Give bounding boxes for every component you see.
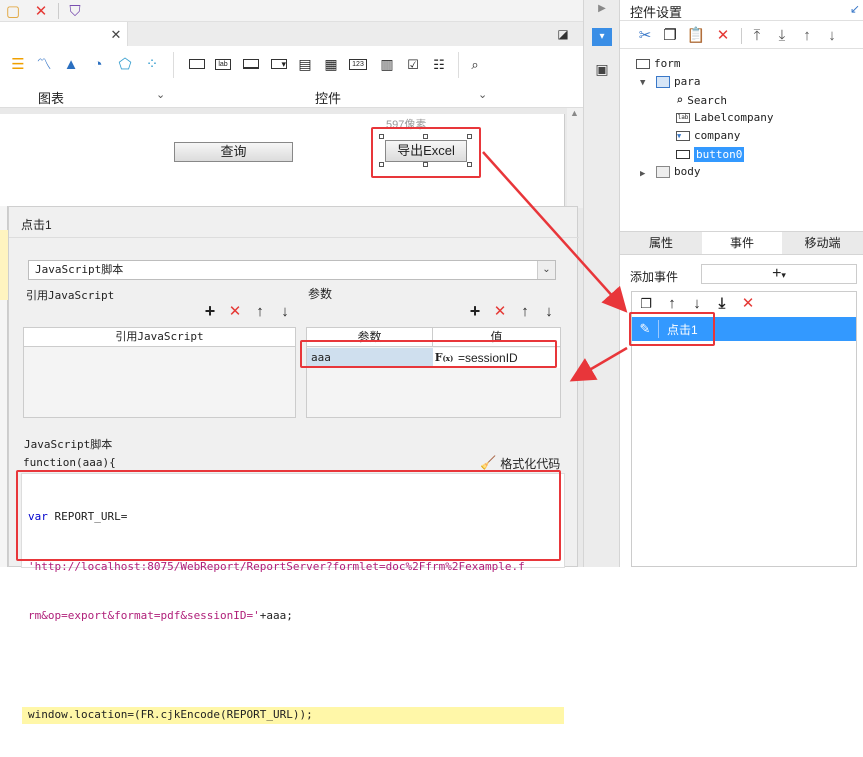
- code-text: +aaa;: [259, 609, 293, 622]
- code-string: rm&op=export&format=pdf&sessionID=': [28, 609, 260, 622]
- arrow-to-event: [482, 151, 628, 313]
- code-text: window.location=(FR.cjkEncode(REPORT_URL…: [28, 708, 313, 721]
- annotation-arrows: [482, 151, 628, 382]
- code-line: rm&op=export&format=pdf&sessionID='+aaa;: [28, 608, 564, 625]
- arrow-to-params: [569, 346, 628, 382]
- code-line: window.location=(FR.cjkEncode(REPORT_URL…: [22, 707, 564, 724]
